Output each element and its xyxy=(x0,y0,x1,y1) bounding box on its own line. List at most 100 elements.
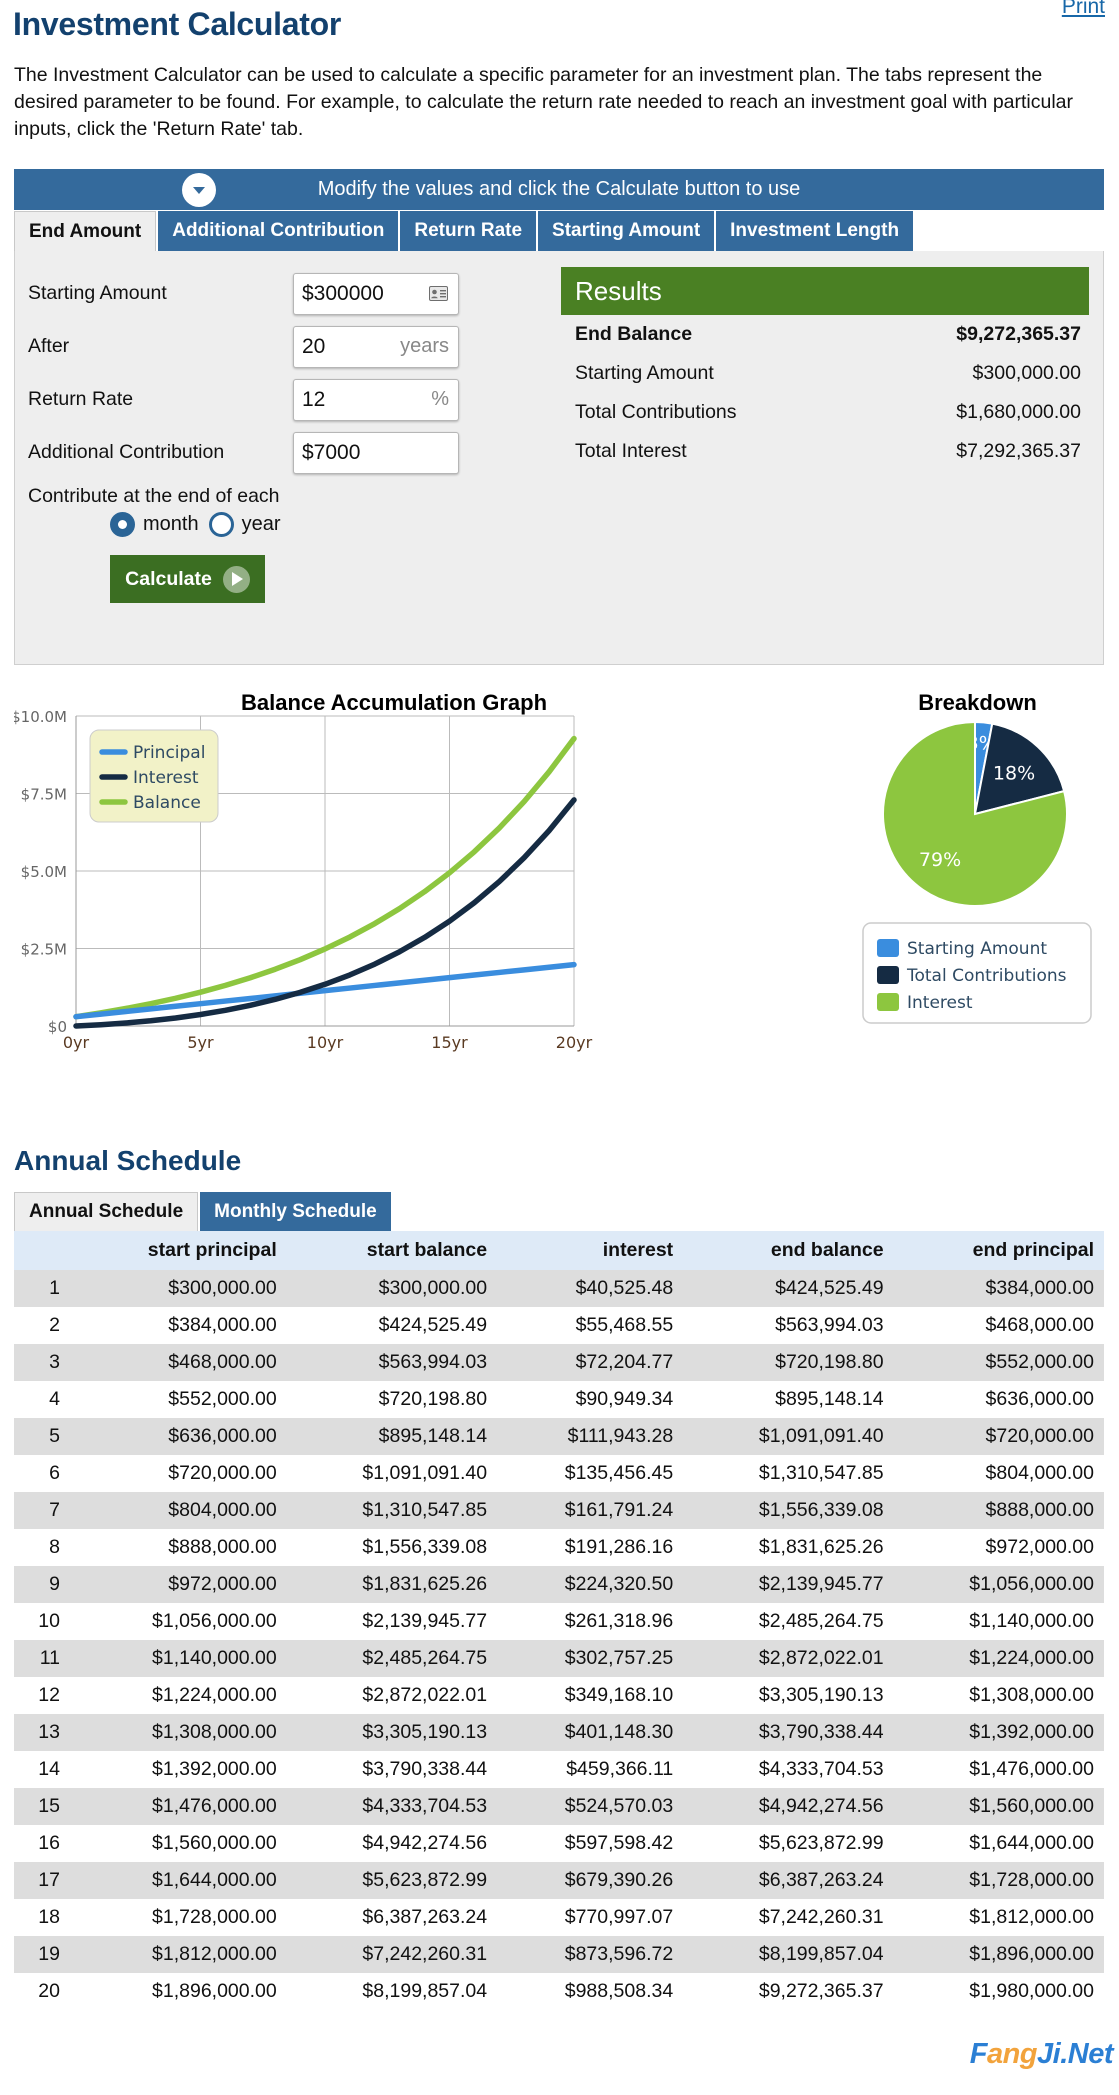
table-cell: $597,598.42 xyxy=(497,1825,683,1862)
watermark-part-2: ang xyxy=(987,2038,1037,2070)
table-cell: $111,943.28 xyxy=(497,1418,683,1455)
x-axis-tick-label: 20yr xyxy=(556,1033,593,1052)
table-cell: $524,570.03 xyxy=(497,1788,683,1825)
row-index: 15 xyxy=(14,1788,70,1825)
table-cell: $1,476,000.00 xyxy=(70,1788,287,1825)
table-cell: $1,140,000.00 xyxy=(70,1640,287,1677)
table-cell: $1,812,000.00 xyxy=(894,1899,1104,1936)
result-label-total-contributions: Total Contributions xyxy=(575,401,737,424)
label-starting-amount: Starting Amount xyxy=(28,282,293,305)
calculate-button[interactable]: Calculate xyxy=(110,555,265,603)
row-index: 12 xyxy=(14,1677,70,1714)
table-cell: $636,000.00 xyxy=(70,1418,287,1455)
chevron-down-icon[interactable] xyxy=(182,173,216,207)
contact-card-icon[interactable] xyxy=(429,286,458,301)
table-cell: $161,791.24 xyxy=(497,1492,683,1529)
table-cell: $349,168.10 xyxy=(497,1677,683,1714)
result-row-total-interest: Total Interest $7,292,365.37 xyxy=(561,432,1089,471)
table-cell: $1,644,000.00 xyxy=(70,1862,287,1899)
table-cell: $4,942,274.56 xyxy=(683,1788,893,1825)
table-cell: $6,387,263.24 xyxy=(683,1862,893,1899)
row-index: 10 xyxy=(14,1603,70,1640)
table-cell: $9,272,365.37 xyxy=(683,1973,893,2010)
row-index: 7 xyxy=(14,1492,70,1529)
table-cell: $468,000.00 xyxy=(894,1307,1104,1344)
tab-starting-amount[interactable]: Starting Amount xyxy=(538,211,714,251)
calculate-button-label: Calculate xyxy=(125,568,212,591)
table-cell: $55,468.55 xyxy=(497,1307,683,1344)
table-cell: $1,728,000.00 xyxy=(70,1899,287,1936)
table-cell: $2,872,022.01 xyxy=(287,1677,497,1714)
return-rate-value: 12 xyxy=(294,388,431,412)
table-row: 16$1,560,000.00$4,942,274.56$597,598.42$… xyxy=(14,1825,1104,1862)
calculator-panel: Starting Amount $300000 xyxy=(14,251,1104,665)
result-value-starting-amount: $300,000.00 xyxy=(973,362,1081,385)
modify-values-bar[interactable]: Modify the values and click the Calculat… xyxy=(14,169,1104,210)
after-years-input[interactable]: 20 years xyxy=(293,326,459,368)
table-row: 1$300,000.00$300,000.00$40,525.48$424,52… xyxy=(14,1270,1104,1307)
table-cell: $5,623,872.99 xyxy=(287,1862,497,1899)
col-interest: interest xyxy=(497,1231,683,1270)
starting-amount-input[interactable]: $300000 xyxy=(293,273,459,315)
pie-legend-swatch-total-contributions xyxy=(877,966,899,984)
table-cell: $1,056,000.00 xyxy=(70,1603,287,1640)
table-cell: $720,198.80 xyxy=(287,1381,497,1418)
tab-return-rate[interactable]: Return Rate xyxy=(400,211,536,251)
table-cell: $1,224,000.00 xyxy=(70,1677,287,1714)
table-cell: $3,305,190.13 xyxy=(287,1714,497,1751)
radio-month-label: month xyxy=(143,513,199,536)
row-index: 4 xyxy=(14,1381,70,1418)
table-row: 4$552,000.00$720,198.80$90,949.34$895,14… xyxy=(14,1381,1104,1418)
table-cell: $2,139,945.77 xyxy=(683,1566,893,1603)
schedule-table-head: start principal start balance interest e… xyxy=(14,1231,1104,1270)
table-cell: $1,091,091.40 xyxy=(683,1418,893,1455)
table-cell: $3,790,338.44 xyxy=(683,1714,893,1751)
table-cell: $1,308,000.00 xyxy=(894,1677,1104,1714)
table-cell: $191,286.16 xyxy=(497,1529,683,1566)
contribute-frequency-label: Contribute at the end of each xyxy=(28,485,488,508)
pie-legend-swatch-starting-amount xyxy=(877,939,899,957)
table-cell: $300,000.00 xyxy=(70,1270,287,1307)
table-row: 14$1,392,000.00$3,790,338.44$459,366.11$… xyxy=(14,1751,1104,1788)
legend-label-principal: Principal xyxy=(133,743,205,763)
radio-month-icon[interactable] xyxy=(110,512,135,537)
calculator-tabs: End Amount Additional Contribution Retur… xyxy=(14,211,1104,251)
breakdown-pie-legend: Starting AmountTotal ContributionsIntere… xyxy=(862,922,1092,1027)
table-cell: $1,091,091.40 xyxy=(287,1455,497,1492)
table-row: 10$1,056,000.00$2,139,945.77$261,318.96$… xyxy=(14,1603,1104,1640)
x-axis-tick-label: 0yr xyxy=(63,1033,90,1052)
tab-investment-length[interactable]: Investment Length xyxy=(716,211,913,251)
table-cell: $4,333,704.53 xyxy=(683,1751,893,1788)
table-cell: $770,997.07 xyxy=(497,1899,683,1936)
table-cell: $552,000.00 xyxy=(70,1381,287,1418)
table-cell: $8,199,857.04 xyxy=(287,1973,497,2010)
tab-end-amount[interactable]: End Amount xyxy=(14,211,156,251)
table-cell: $988,508.34 xyxy=(497,1973,683,2010)
pie-legend-label-total-contributions: Total Contributions xyxy=(906,966,1067,986)
print-link[interactable]: Print xyxy=(1062,0,1105,19)
table-row: 3$468,000.00$563,994.03$72,204.77$720,19… xyxy=(14,1344,1104,1381)
table-cell: $6,387,263.24 xyxy=(287,1899,497,1936)
table-cell: $1,560,000.00 xyxy=(70,1825,287,1862)
radio-option-year[interactable]: year xyxy=(209,512,281,537)
tab-monthly-schedule[interactable]: Monthly Schedule xyxy=(200,1192,391,1231)
form-row-after: After 20 years xyxy=(28,320,488,373)
additional-contribution-value: $7000 xyxy=(294,441,458,465)
table-cell: $5,623,872.99 xyxy=(683,1825,893,1862)
table-cell: $2,139,945.77 xyxy=(287,1603,497,1640)
return-rate-input[interactable]: 12 % xyxy=(293,379,459,421)
tab-annual-schedule[interactable]: Annual Schedule xyxy=(14,1192,198,1231)
additional-contribution-input[interactable]: $7000 xyxy=(293,432,459,474)
after-years-suffix: years xyxy=(400,335,458,358)
radio-year-icon[interactable] xyxy=(209,512,234,537)
investment-calculator-page: Print Investment Calculator The Investme… xyxy=(0,0,1119,2095)
table-row: 6$720,000.00$1,091,091.40$135,456.45$1,3… xyxy=(14,1455,1104,1492)
table-cell: $1,392,000.00 xyxy=(894,1714,1104,1751)
x-axis-tick-label: 15yr xyxy=(431,1033,468,1052)
radio-option-month[interactable]: month xyxy=(110,512,199,537)
table-cell: $3,305,190.13 xyxy=(683,1677,893,1714)
table-cell: $895,148.14 xyxy=(683,1381,893,1418)
tab-additional-contribution[interactable]: Additional Contribution xyxy=(158,211,398,251)
row-index: 6 xyxy=(14,1455,70,1492)
result-value-end-balance: $9,272,365.37 xyxy=(956,323,1081,346)
